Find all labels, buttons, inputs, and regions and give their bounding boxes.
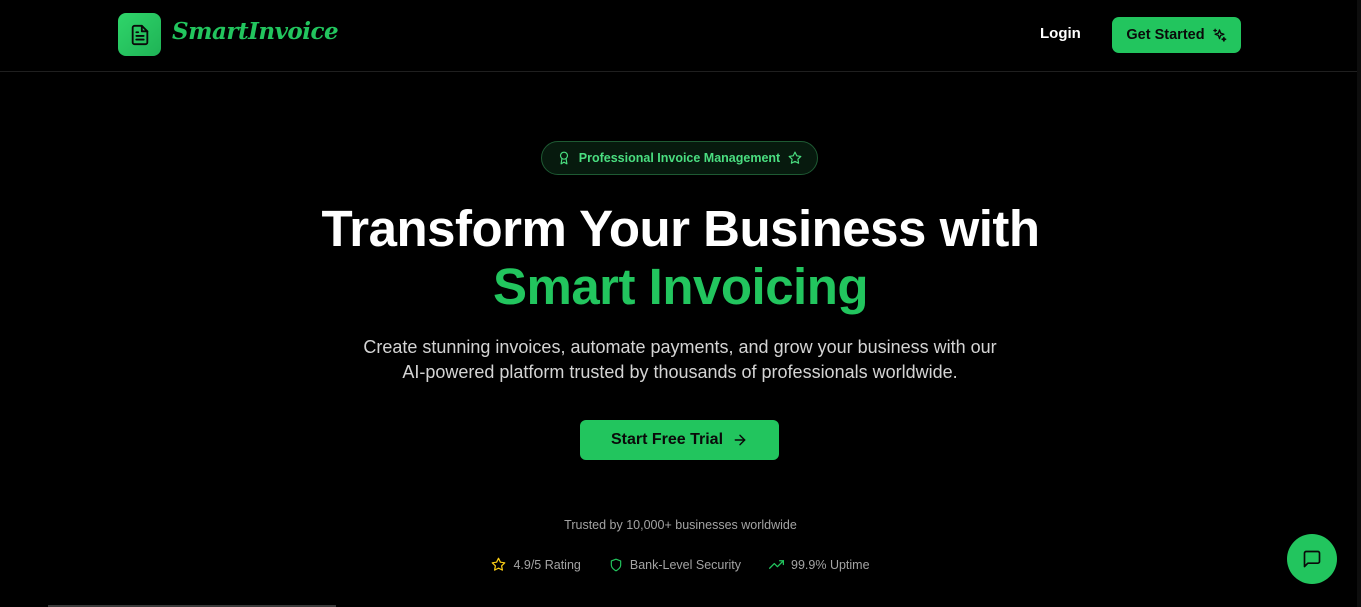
start-free-trial-label: Start Free Trial [610, 431, 724, 448]
logo-icon[interactable] [118, 13, 161, 56]
star-outline-icon [788, 151, 802, 164]
brand-name[interactable]: SmartInvoice [172, 18, 339, 45]
trusted-text: Trusted by 10,000+ businesses worldwide [564, 518, 797, 532]
arrow-right-icon [734, 434, 746, 446]
get-started-button[interactable]: Get Started [1112, 17, 1241, 53]
hero-title-highlight: Smart Invoicing [492, 258, 869, 315]
sparkles-icon [1212, 28, 1226, 42]
stat-rating-label: 4.9/5 Rating [513, 557, 581, 572]
hero-subtitle-line2: AI-powered platform trusted by thousands… [402, 362, 958, 382]
stat-uptime: 99.9% Uptime [769, 557, 870, 572]
login-link[interactable]: Login [1040, 25, 1081, 42]
award-icon [559, 151, 568, 165]
star-icon [492, 557, 506, 571]
hero-title: Transform Your Business with Smart Invoi… [0, 200, 1361, 316]
get-started-label: Get Started [1126, 27, 1205, 43]
navbar: SmartInvoice Login Get Started [0, 0, 1361, 72]
hero-title-line1: Transform Your Business with [321, 200, 1040, 257]
stat-rating: 4.9/5 Rating [491, 557, 581, 572]
stat-uptime-label: 99.9% Uptime [791, 557, 870, 572]
stat-security: Bank-Level Security [609, 557, 741, 572]
chat-icon [1303, 550, 1321, 568]
stat-security-label: Bank-Level Security [629, 557, 742, 572]
hero-badge: Professional Invoice Management [541, 141, 818, 175]
shield-icon [610, 558, 622, 571]
trust-stats: 4.9/5 Rating Bank-Level Security 99.9% U… [0, 557, 1361, 572]
start-free-trial-button[interactable]: Start Free Trial [580, 420, 779, 460]
chat-button[interactable] [1287, 534, 1337, 584]
trending-up-icon [769, 560, 785, 569]
hero-subtitle: Create stunning invoices, automate payme… [330, 335, 1030, 385]
badge-label: Professional Invoice Management [578, 151, 781, 165]
scrollbar[interactable] [1357, 0, 1361, 607]
hero-subtitle-line1: Create stunning invoices, automate payme… [363, 337, 997, 357]
